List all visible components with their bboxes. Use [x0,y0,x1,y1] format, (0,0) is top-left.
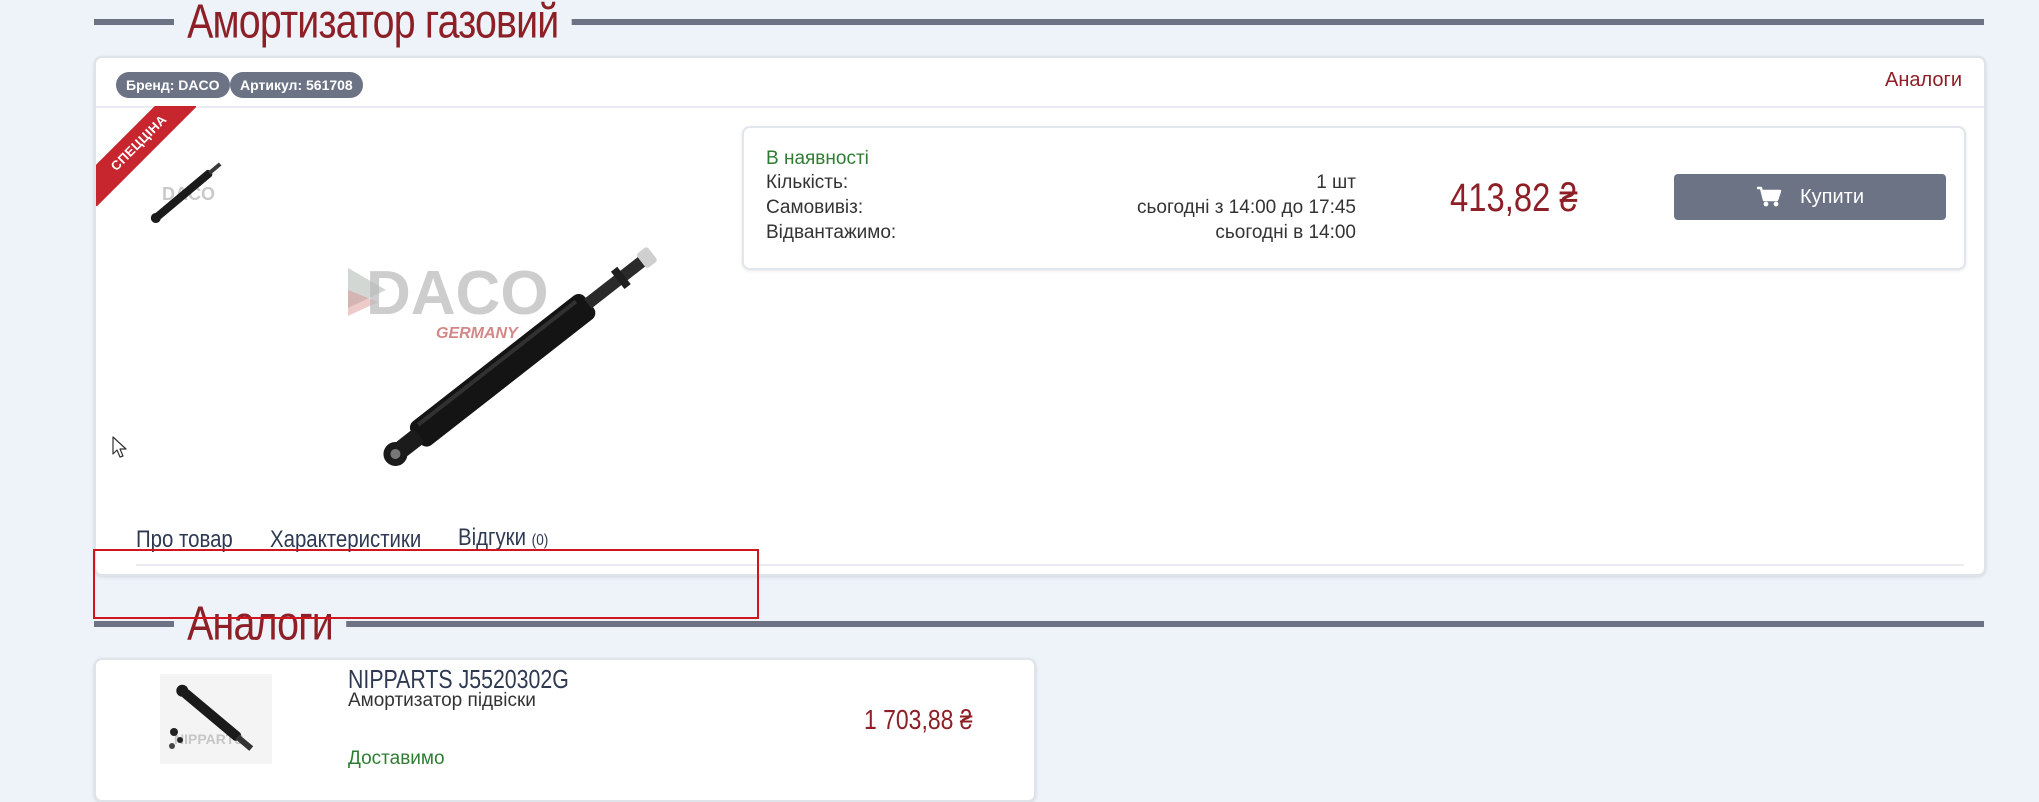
ship-label: Відвантажимо: [766,222,897,243]
svg-text:GERMANY: GERMANY [436,325,519,342]
tab-reviews[interactable]: Відгуки (0) [458,524,548,552]
availability-status: В наявності [766,148,869,169]
reviews-count: (0) [531,532,549,549]
buy-button-label: Купити [1800,185,1864,208]
buy-button[interactable]: Купити [1674,174,1946,220]
product-main-image[interactable]: DACO GERMANY [326,198,746,498]
product-price: 413,82 ₴ [1450,176,1578,220]
analog-price: 1 703,88 ₴ [864,704,973,735]
analogs-rule [94,621,1984,627]
quantity-label: Кількість: [766,172,849,193]
quantity-value: 1 шт [1316,172,1356,193]
tab-reviews-label: Відгуки [458,524,527,551]
analogs-link[interactable]: Аналоги [1885,69,1962,92]
analog-card[interactable]: NIPPARTS NIPPARTS J5520302G Амортизатор … [94,658,1036,802]
svg-text:DACO: DACO [366,259,549,328]
article-badge: Артикул: 561708 [230,72,363,98]
product-thumbnail[interactable]: DACO [140,148,236,234]
cursor-icon [112,436,127,458]
offer-box: В наявності Кількість: 1 шт Самовивіз: с… [742,126,1966,270]
analog-description: Амортизатор підвіски [348,690,536,711]
daco-logo-watermark: DACO GERMANY [348,259,549,342]
pickup-value: сьогодні з 14:00 до 17:45 [1136,197,1356,218]
analog-delivery-status: Доставимо [348,748,445,769]
page-title: Амортизатор газовий [174,0,572,50]
cart-icon [1757,186,1782,207]
brand-badge: Бренд: DACO [116,72,230,98]
pickup-label: Самовивіз: [766,197,864,218]
analog-product-image[interactable]: NIPPARTS [160,674,272,764]
selection-highlight [93,549,759,619]
product-title-section: Амортизатор газовий [94,0,1984,52]
product-card: Бренд: DACO Артикул: 561708 Аналоги СПЕЦ… [94,56,1986,576]
product-card-header: Бренд: DACO Артикул: 561708 Аналоги [96,58,1984,108]
ship-value: сьогодні в 14:00 [1215,222,1356,243]
